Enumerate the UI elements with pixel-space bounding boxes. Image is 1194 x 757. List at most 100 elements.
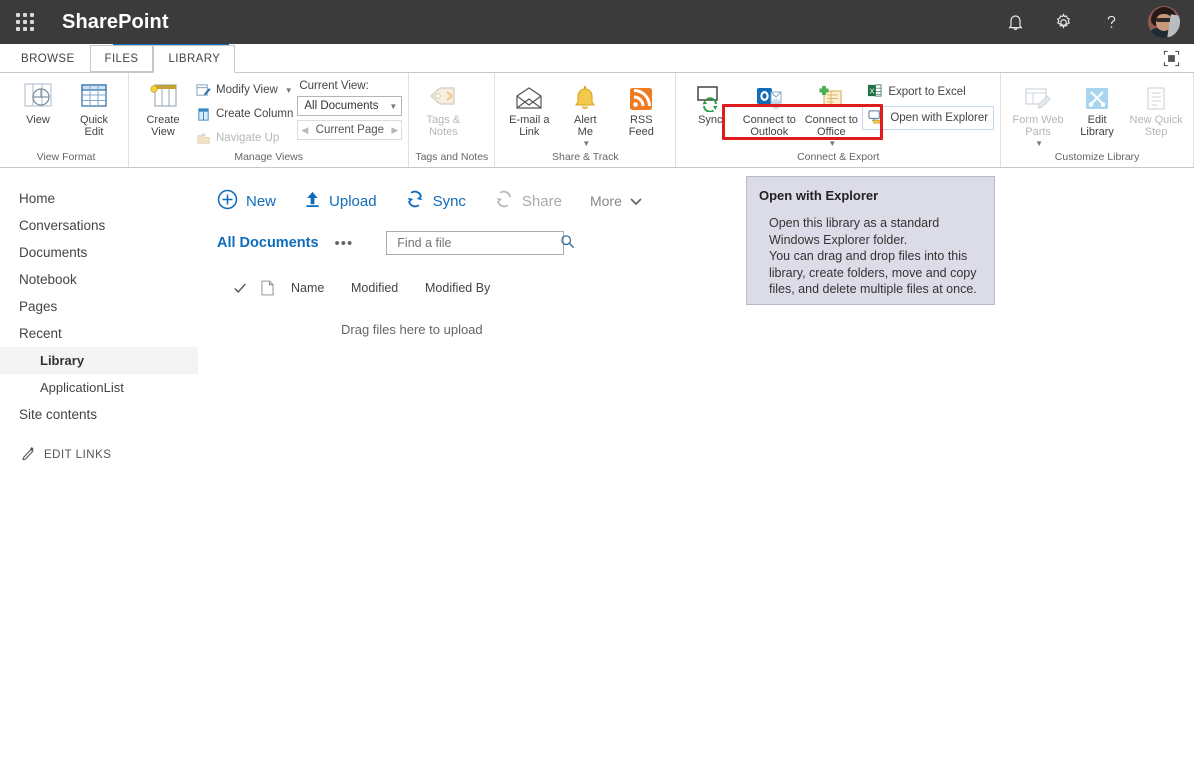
open-with-explorer-button[interactable]: Open with Explorer bbox=[862, 106, 995, 130]
modify-view-icon bbox=[195, 82, 211, 98]
empty-drop-zone[interactable]: Drag files here to upload bbox=[217, 322, 1194, 337]
export-to-excel-button[interactable]: X Export to Excel bbox=[862, 81, 994, 103]
sync-button[interactable]: Sync bbox=[682, 78, 738, 127]
current-view-title[interactable]: All Documents bbox=[217, 235, 319, 251]
export-to-excel-label: Export to Excel bbox=[888, 86, 966, 98]
chevron-down-icon[interactable]: ▼ bbox=[576, 138, 597, 150]
sidebar-item-documents[interactable]: Documents bbox=[0, 239, 198, 266]
email-a-link-button[interactable]: E-mail a Link bbox=[501, 78, 557, 138]
tab-files[interactable]: FILES bbox=[89, 45, 154, 72]
connect-to-office-label: Connect to Office ▼ bbox=[804, 114, 858, 150]
form-web-parts-text2: Parts bbox=[1025, 125, 1051, 138]
suite-bar: SharePoint bbox=[0, 0, 1194, 44]
more-button-label: More bbox=[589, 193, 622, 209]
current-view-select[interactable]: All Documents ▼ bbox=[297, 96, 403, 116]
sidebar-item-site-contents[interactable]: Site contents bbox=[0, 401, 198, 428]
connect-to-outlook-label: Connect to Outlook bbox=[743, 114, 796, 138]
column-header-name[interactable]: Name bbox=[291, 281, 351, 295]
alert-me-button[interactable]: Alert Me ▼ bbox=[557, 78, 613, 150]
sharepoint-logo-title[interactable]: SharePoint bbox=[62, 11, 169, 34]
tooltip-line-3: You can drag and drop files into this bbox=[769, 249, 968, 263]
email-link-label-line2: Link bbox=[519, 125, 540, 138]
connect-to-outlook-button[interactable]: Connect to Outlook bbox=[738, 78, 800, 138]
email-a-link-label: E-mail a Link bbox=[509, 114, 550, 138]
quick-edit-button[interactable]: Quick Edit bbox=[66, 78, 122, 138]
help-icon[interactable] bbox=[1100, 11, 1122, 33]
form-web-parts-label: Form Web Parts ▼ bbox=[1012, 114, 1064, 150]
sidebar-item-pages[interactable]: Pages bbox=[0, 293, 198, 320]
alert-me-label-text2: Me bbox=[577, 125, 593, 138]
sidebar-item-recent[interactable]: Recent bbox=[0, 320, 198, 347]
more-button[interactable]: More bbox=[590, 193, 670, 209]
sidebar-item-applicationlist[interactable]: ApplicationList bbox=[0, 374, 198, 401]
page-selector[interactable]: ◀ Current Page ▶ bbox=[297, 120, 403, 140]
tags-and-notes-label: Tags & Notes bbox=[427, 114, 461, 138]
column-header-modified[interactable]: Modified bbox=[351, 281, 425, 295]
rss-icon bbox=[628, 80, 654, 112]
sidebar-item-home[interactable]: Home bbox=[0, 185, 198, 212]
form-web-parts-line1: Form Web bbox=[1012, 114, 1064, 126]
tooltip-body: Open this library as a standard Windows … bbox=[759, 215, 982, 298]
view-button[interactable]: View bbox=[10, 78, 66, 127]
search-icon[interactable] bbox=[560, 234, 575, 252]
sync-icon bbox=[695, 80, 725, 112]
modify-view-button[interactable]: Modify View ▼ bbox=[191, 79, 297, 101]
search-box[interactable] bbox=[386, 231, 575, 255]
upload-button[interactable]: Upload bbox=[304, 189, 405, 213]
new-button[interactable]: New bbox=[217, 189, 304, 214]
create-view-button-label: Create View bbox=[146, 114, 179, 138]
create-column-button[interactable]: Create Column bbox=[191, 103, 297, 125]
sidebar-item-notebook[interactable]: Notebook bbox=[0, 266, 198, 293]
search-input[interactable] bbox=[395, 235, 561, 251]
ribbon: View Quick Edit View Format Create View … bbox=[0, 73, 1194, 168]
document-type-icon[interactable] bbox=[261, 280, 291, 296]
connect-to-office-button[interactable]: Connect to Office ▼ bbox=[800, 78, 862, 150]
svg-text:X: X bbox=[870, 87, 875, 96]
waffle-icon[interactable] bbox=[10, 7, 40, 37]
chevron-right-icon[interactable]: ▶ bbox=[391, 125, 398, 136]
view-more-options-icon[interactable]: ••• bbox=[335, 235, 354, 252]
focus-on-content-icon[interactable] bbox=[1156, 46, 1186, 70]
edit-library-button[interactable]: Edit Library bbox=[1069, 78, 1125, 138]
sidebar-item-conversations[interactable]: Conversations bbox=[0, 212, 198, 239]
column-header-modified-by[interactable]: Modified By bbox=[425, 281, 490, 295]
ribbon-group-customize-library: Form Web Parts ▼ Edit Library New Quick … bbox=[1000, 73, 1193, 167]
chevron-left-icon[interactable]: ◀ bbox=[301, 125, 308, 136]
share-button-label: Share bbox=[521, 192, 562, 210]
navigate-up-button: Navigate Up bbox=[191, 127, 297, 149]
email-link-label-line1: E-mail a bbox=[509, 114, 550, 126]
ribbon-group-view-format: View Quick Edit View Format bbox=[4, 73, 128, 167]
create-view-icon bbox=[147, 80, 179, 112]
ribbon-group-title-connect-and-export: Connect & Export bbox=[797, 151, 880, 163]
tab-library[interactable]: LIBRARY bbox=[153, 45, 236, 73]
form-web-parts-button: Form Web Parts ▼ bbox=[1007, 78, 1069, 150]
chevron-down-icon bbox=[630, 193, 642, 209]
chevron-down-icon: ▼ bbox=[389, 101, 398, 111]
edit-links-button[interactable]: EDIT LINKS bbox=[0, 446, 198, 463]
office-label-line1: Connect to bbox=[804, 114, 858, 126]
sync-command-label: Sync bbox=[432, 192, 466, 210]
select-all-checkmark-icon[interactable] bbox=[233, 281, 261, 295]
drop-zone-message: Drag files here to upload bbox=[341, 322, 483, 337]
excel-icon: X bbox=[867, 83, 882, 101]
main-content: New Upload Sync Share More All Documents… bbox=[199, 168, 1194, 756]
tags-and-notes-button: Tags & Notes bbox=[415, 78, 471, 138]
sync-command-button[interactable]: Sync bbox=[405, 189, 494, 213]
command-bar: New Upload Sync Share More bbox=[217, 186, 1194, 216]
sidebar-item-library[interactable]: Library bbox=[0, 347, 198, 374]
user-avatar[interactable] bbox=[1148, 6, 1180, 38]
tooltip-title: Open with Explorer bbox=[759, 188, 879, 203]
create-view-button[interactable]: Create View bbox=[135, 78, 191, 138]
tab-browse[interactable]: BROWSE bbox=[6, 45, 90, 72]
notifications-icon[interactable] bbox=[1004, 11, 1026, 33]
create-column-label: Create Column bbox=[216, 108, 294, 120]
ribbon-group-title-share-and-track: Share & Track bbox=[552, 151, 619, 163]
rss-feed-button[interactable]: RSS Feed bbox=[613, 78, 669, 138]
view-button-label: View bbox=[26, 114, 50, 127]
chevron-down-icon[interactable]: ▼ bbox=[807, 138, 858, 150]
alert-me-label: Alert Me ▼ bbox=[574, 114, 597, 150]
ribbon-group-share-and-track: E-mail a Link Alert Me ▼ RSS Feed Share … bbox=[494, 73, 675, 167]
office-connect-icon bbox=[816, 80, 846, 112]
chevron-down-icon[interactable]: ▼ bbox=[285, 86, 293, 95]
settings-gear-icon[interactable] bbox=[1052, 11, 1074, 33]
